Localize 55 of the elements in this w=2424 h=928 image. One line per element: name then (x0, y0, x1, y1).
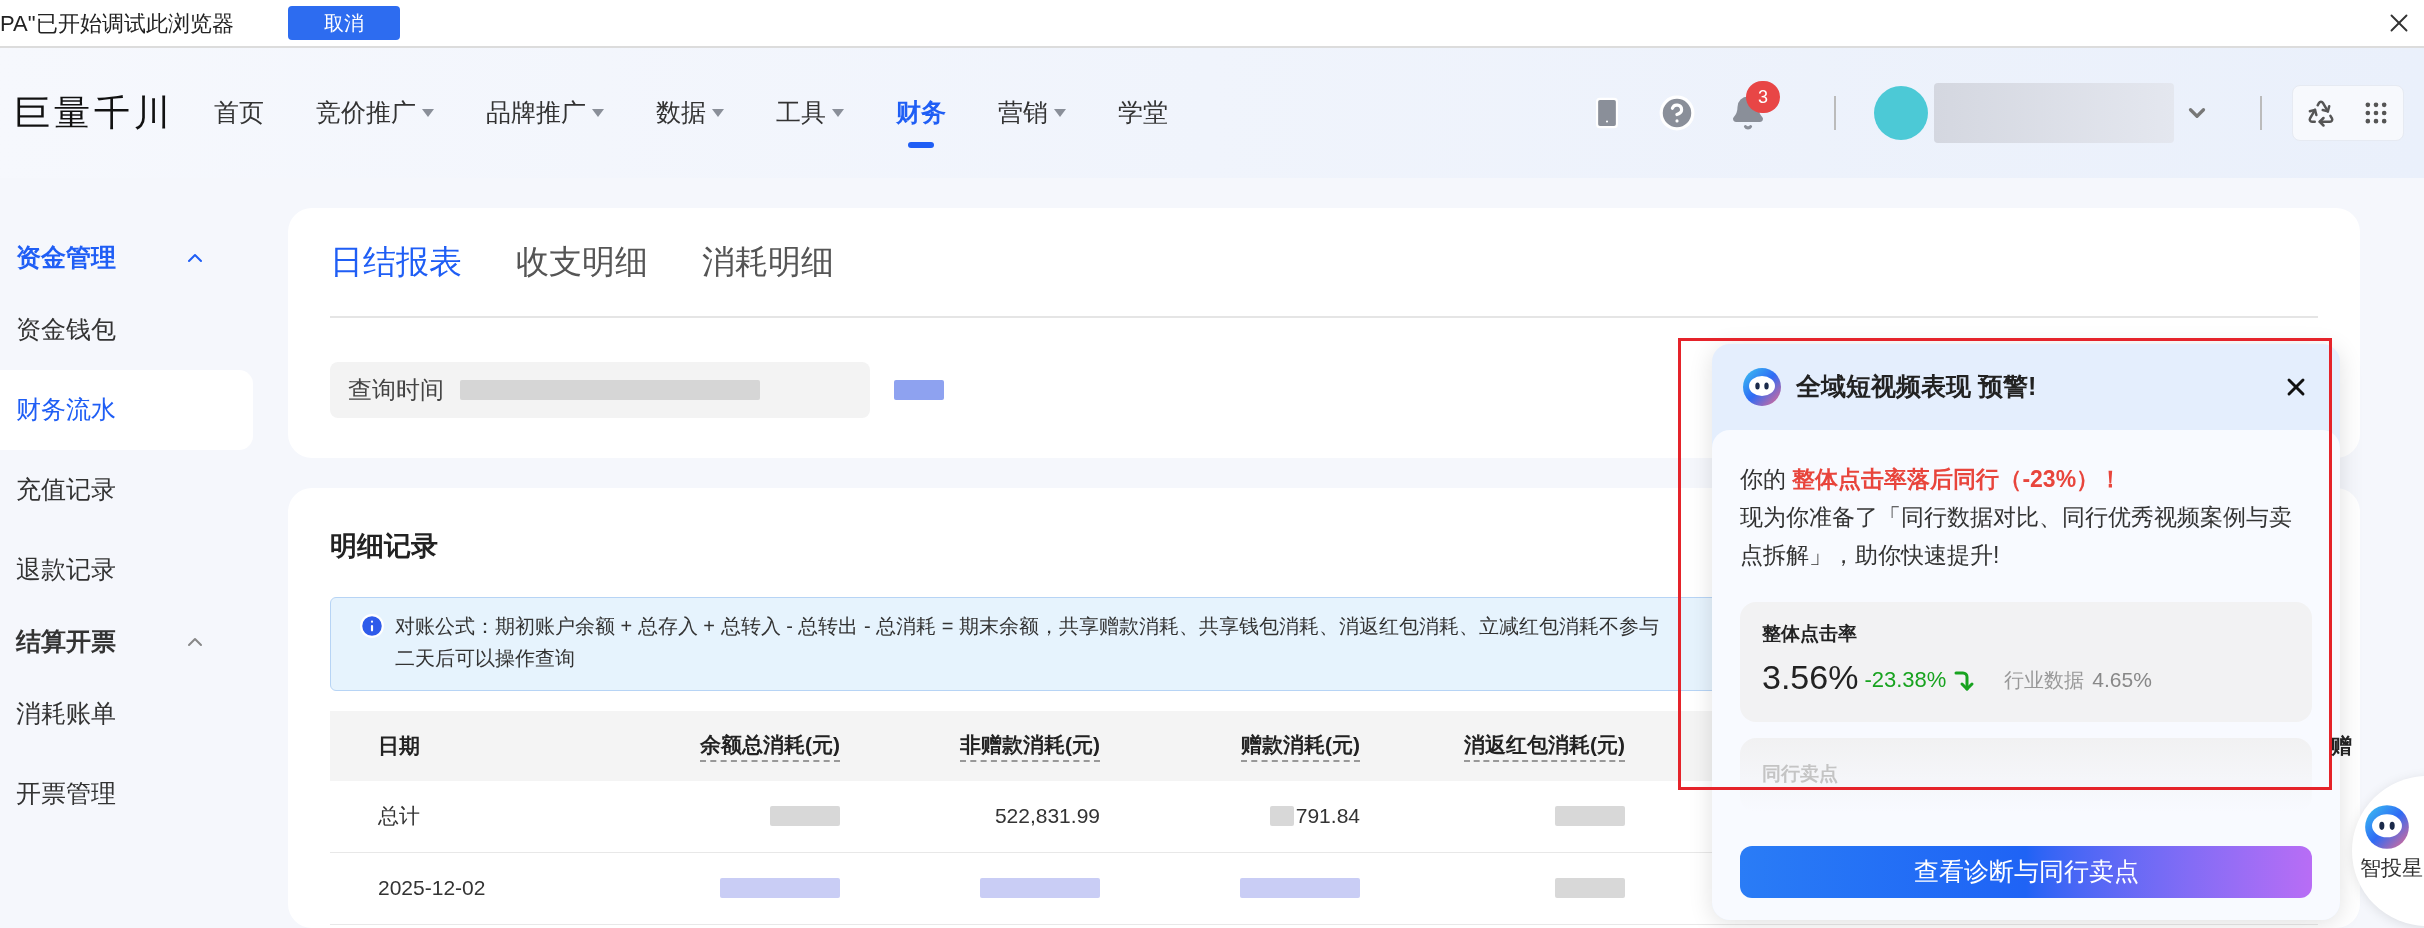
blurred-value (1269, 806, 1294, 826)
nav-item[interactable]: 财务 (896, 94, 946, 132)
metric-label: 整体点击率 (1762, 622, 1858, 646)
alert-description: 现为你准备了「同行数据对比、同行优秀视频案例与卖点拆解」，助你快速提升! (1740, 503, 2293, 570)
info-icon (359, 612, 385, 639)
active-tab-indicator (908, 141, 934, 148)
blurred-value (770, 806, 840, 826)
help-icon[interactable] (1658, 94, 1696, 132)
metric-change: -23.38% (1864, 665, 1947, 694)
recycle-icon[interactable] (2306, 98, 2336, 128)
benchmark-value: 4.65% (2092, 666, 2152, 693)
sidebar-group-title[interactable]: 资金管理 (16, 239, 116, 277)
sidebar-group-title[interactable]: 结算开票 (16, 623, 116, 661)
table-cell-text: 791.84 (1295, 803, 1360, 830)
table-cell-text: 522,831.99 (994, 803, 1100, 830)
assistant-button[interactable]: 智投星 (2352, 776, 2424, 926)
query-time-field[interactable]: 查询时间 (330, 362, 870, 418)
cancel-button[interactable]: 取消 (288, 6, 400, 40)
column-header[interactable]: 非赠款消耗(元) (960, 728, 1100, 763)
nav-item[interactable]: 首页 (214, 94, 264, 132)
nav-item[interactable]: 竞价推广 (316, 94, 434, 132)
sidebar-item[interactable]: 资金钱包 (0, 290, 253, 370)
sidebar-item[interactable]: 财务流水 (0, 370, 253, 450)
sidebar-item[interactable]: 退款记录 (0, 530, 253, 610)
section-title: 明细记录 (330, 530, 438, 563)
blurred-value (1555, 806, 1625, 826)
debug-message: PA"已开始调试此浏览器 (0, 9, 235, 38)
sidebar-item[interactable]: 充值记录 (0, 450, 253, 530)
logo[interactable]: 巨量千川 (14, 86, 204, 140)
mascot-icon (1742, 367, 1782, 407)
report-tab[interactable]: 收支明细 (516, 237, 648, 287)
table-cell-text: 总计 (378, 803, 420, 830)
notice-text: 对账公式：期初账户余额 + 总存入 + 总转入 - 总转出 - 总消耗 = 期末余额，共享赠款消耗、共享钱包消耗、消返红包消耗、立减红包消耗不参与 二天后可以操作查询 (395, 613, 1659, 671)
report-tab[interactable]: 日结报表 (330, 237, 462, 287)
benchmark-label: 行业数据 (2004, 667, 2085, 693)
mascot-icon (2364, 804, 2410, 850)
sidebar-item[interactable]: 开票管理 (0, 754, 253, 834)
nav-item[interactable]: 学堂 (1118, 94, 1168, 132)
column-header: 日期 (378, 732, 420, 759)
nav-item[interactable]: 工具 (776, 94, 844, 132)
blurred-value (1555, 878, 1625, 898)
nav-item[interactable]: 品牌推广 (486, 94, 604, 132)
column-header[interactable]: 余额总消耗(元) (700, 728, 840, 763)
report-tab[interactable]: 消耗明细 (702, 237, 834, 287)
table-cell-text: 2025-12-02 (378, 875, 486, 902)
column-header[interactable]: 赠款消耗(元) (1241, 728, 1360, 763)
sidebar-item[interactable]: 消耗账单 (0, 674, 253, 754)
nav-item[interactable]: 营销 (998, 94, 1066, 132)
diagnosis-button[interactable]: 查看诊断与同行卖点 (1740, 846, 2312, 898)
metric-value: 3.56% (1762, 656, 1859, 697)
column-header[interactable]: 消返红包消耗(元) (1464, 728, 1625, 763)
nav-item[interactable]: 数据 (656, 94, 724, 132)
alert-message: 你的 整体点击率落后同行（-23%）！ (1740, 465, 2124, 494)
notification-badge: 3 (1746, 81, 1780, 113)
popup-title: 全域短视频表现 预警! (1796, 371, 2037, 403)
